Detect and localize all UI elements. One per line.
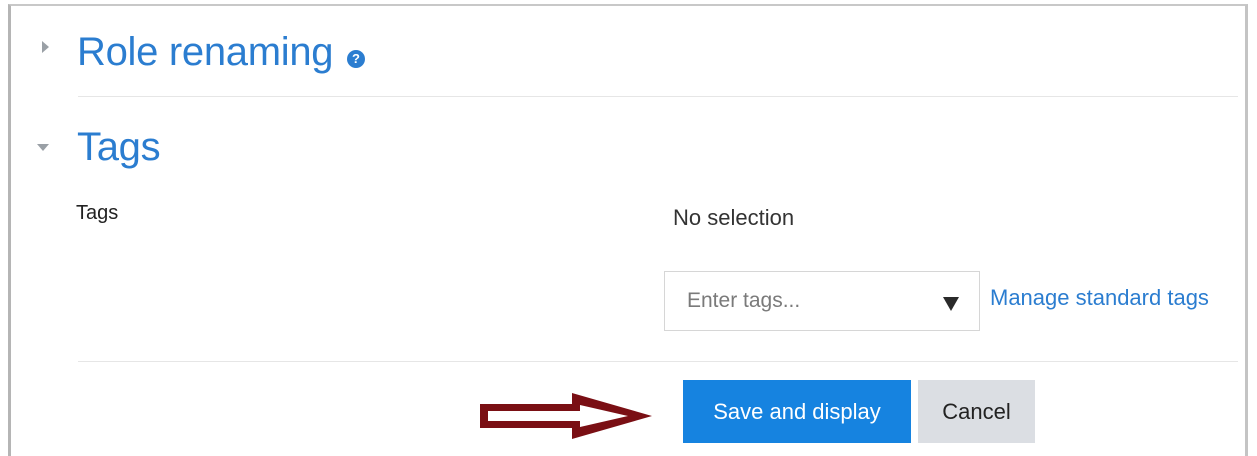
manage-standard-tags-link[interactable]: Manage standard tags	[990, 285, 1209, 311]
section-title-role-renaming[interactable]: Role renaming	[77, 30, 334, 74]
tags-field-label: Tags	[76, 202, 119, 224]
tags-input[interactable]: Enter tags...	[664, 271, 980, 331]
section-title-tags[interactable]: Tags	[77, 125, 161, 169]
dropdown-arrow-icon[interactable]	[943, 297, 959, 311]
divider	[78, 361, 1238, 362]
tags-selection-status: No selection	[673, 205, 795, 230]
question-circle-icon[interactable]: ?	[347, 50, 365, 68]
divider	[78, 96, 1238, 97]
collapsed-caret-icon[interactable]	[42, 41, 49, 53]
expanded-caret-icon[interactable]	[37, 144, 49, 151]
save-and-display-button[interactable]: Save and display	[683, 380, 911, 443]
tags-input-placeholder: Enter tags...	[687, 289, 801, 312]
cancel-button[interactable]: Cancel	[918, 380, 1035, 443]
annotation-arrow-icon	[480, 393, 652, 439]
